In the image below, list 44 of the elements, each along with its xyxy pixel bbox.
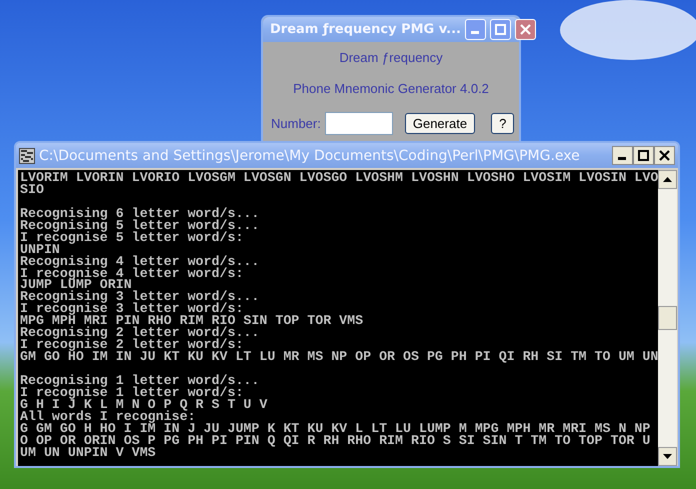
console-line: Recognising 2 letter word/s... [20,327,260,340]
console-line: Recognising 6 letter word/s... [20,208,260,220]
console-line: JUMP LUMP ORIN [20,279,133,292]
console-line: UNPIN [20,244,60,256]
app-subtitle: Phone Mnemonic Generator 4.0.2 [292,81,490,96]
console-line: I recognise 1 letter word/s: [20,386,244,399]
console-line: I recognise 4 letter word/s: [20,268,244,280]
console-line: I recognise 3 letter word/s: [20,303,244,316]
console-line: MPG MPH MRI PIN RHO RIM RIO SIN TOP TOR VMS [20,315,364,328]
console-line: UM UN UNPIN V VMS [20,446,157,458]
scroll-up-button[interactable] [658,170,678,189]
close-icon [659,150,670,161]
up-arrow-icon [663,177,672,182]
console-line: I recognise 5 letter word/s: [20,232,244,244]
scroll-thumb[interactable] [658,306,678,330]
maximize-button[interactable] [633,146,654,165]
down-arrow-icon [663,454,672,459]
console-line: All words I recognise: [20,410,197,423]
console-line: SIO [20,184,45,196]
console-line: G H I J K L M N O P Q R S T U V [20,398,268,411]
console-line: Recognising 3 letter word/s... [20,291,260,304]
window-title: Dream ƒrequency PMG v... [270,22,461,37]
help-button[interactable]: ? [491,113,514,134]
scroll-down-button[interactable] [658,447,678,466]
maximize-icon [494,24,506,35]
console-line: Recognising 5 letter word/s... [20,220,260,232]
number-field[interactable] [324,112,393,135]
close-button[interactable] [654,146,675,165]
console-line: GM GO HO IM IN JU KT KU KV LT LU MR MS NP OP OR OS PG PH PI QI RH SI TM TO UM UN [20,351,658,363]
console-line: O OP OR ORIN OS P PG PH PI PIN Q QI R RH RHO RIM RIO S SI SIN T TM TO TOP TOR U [20,434,652,447]
minimize-button[interactable] [612,146,633,165]
generate-button[interactable]: Generate [404,113,476,134]
scrollbar[interactable] [658,170,678,466]
app-icon [19,148,35,164]
console-line: Recognising 4 letter word/s... [20,256,260,268]
console-line: G GM GO H HO I IM IN J JU JUMP K KT KU KV L LT LU LUMP M MPG MPH MR MRI MS N NP [20,422,652,435]
close-icon [520,24,531,35]
console-line: Recognising 1 letter word/s... [20,374,260,387]
window-title: C:\Documents and Settings\Jerome\My Documents\Coding\Perl\PMG\PMG.exe [39,148,581,164]
console-line: LVORIM LVORIN LVORIO LVOSGM LVOSGN LVOSGO LVOSHM LVOSHN LVOSHO LVOSIM LVOSIN LVO [20,172,658,184]
maximize-icon [638,150,649,161]
number-label: Number: [271,116,321,131]
app-heading: Dream ƒrequency [338,50,444,65]
console-line: I recognise 2 letter word/s: [20,339,244,352]
